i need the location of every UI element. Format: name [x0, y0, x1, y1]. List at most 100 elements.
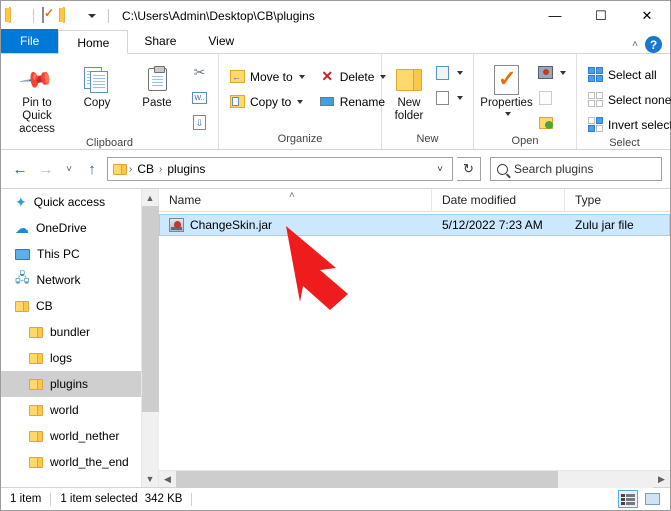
new-folder-button[interactable]: New folder	[388, 58, 430, 123]
properties-dropdown-icon[interactable]	[504, 112, 511, 116]
easy-access-dropdown-icon[interactable]	[457, 95, 463, 100]
sidebar-label-bundler: bundler	[50, 325, 91, 339]
sidebar-item-this-pc[interactable]: This PC	[1, 241, 141, 267]
cut-icon: ✂	[193, 64, 206, 80]
copy-path-icon: W..	[191, 89, 208, 106]
column-header-date-modified[interactable]: Date modified	[431, 188, 564, 212]
file-type-cell: Zulu jar file	[575, 218, 634, 232]
minimize-button[interactable]: —	[532, 1, 578, 30]
delete-button[interactable]: ✕ Delete	[315, 65, 391, 88]
properties-icon	[494, 62, 519, 97]
customize-dropdown-icon[interactable]	[84, 8, 100, 24]
tab-view[interactable]: View	[192, 29, 250, 53]
qat-separator-2	[108, 8, 109, 23]
address-input[interactable]: › CB › plugins ˅	[107, 157, 453, 181]
paste-shortcut-button[interactable]: ⇩	[187, 111, 212, 134]
tab-share[interactable]: Share	[128, 29, 192, 53]
sidebar-item-world-the-end[interactable]: world_the_end	[1, 449, 141, 475]
search-box[interactable]: Search plugins	[490, 157, 662, 181]
close-button[interactable]: ✕	[624, 1, 670, 30]
edit-button	[533, 86, 570, 109]
new-folder-label: New folder	[394, 97, 424, 122]
paste-button[interactable]: Paste	[127, 58, 187, 110]
copy-path-button[interactable]: W..	[187, 86, 212, 109]
forward-button: →	[38, 160, 54, 178]
file-date-cell: 5/12/2022 7:23 AM	[442, 218, 543, 232]
large-icons-view-button[interactable]	[642, 490, 662, 508]
tab-home[interactable]: Home	[58, 30, 129, 54]
hscroll-thumb[interactable]	[176, 470, 558, 488]
maximize-button[interactable]: ☐	[578, 1, 624, 30]
back-button[interactable]: ←	[9, 157, 31, 181]
new-group-label: New	[416, 133, 439, 145]
status-separator-2	[191, 492, 193, 506]
select-none-button[interactable]: Select none	[583, 88, 671, 111]
file-list: ChangeSkin.jar 5/12/2022 7:23 AM Zulu ja…	[159, 212, 670, 470]
copy-to-button[interactable]: Copy to	[225, 90, 309, 113]
scroll-thumb[interactable]	[141, 206, 159, 412]
ribbon: 📌 Pin to Quick access Copy Paste ✂ W.. ⇩…	[1, 54, 671, 150]
scroll-left-icon[interactable]: ◀	[159, 471, 176, 488]
copy-to-dropdown-icon[interactable]	[297, 99, 304, 104]
move-to-dropdown-icon[interactable]	[298, 74, 305, 79]
sidebar-item-quick-access[interactable]: ✦ Quick access	[1, 189, 141, 215]
sidebar-item-world-nether[interactable]: world_nether	[1, 423, 141, 449]
recent-locations-button[interactable]: ˅	[61, 157, 77, 181]
open-button[interactable]	[533, 61, 570, 84]
sidebar-item-bundler[interactable]: bundler	[1, 319, 141, 345]
breadcrumb-plugins[interactable]: plugins	[164, 162, 208, 176]
file-list-horizontal-scrollbar[interactable]: ◀ ▶	[159, 470, 670, 488]
column-header-type[interactable]: Type	[564, 188, 670, 212]
refresh-button[interactable]: ↻	[457, 157, 481, 181]
copy-button[interactable]: Copy	[67, 58, 127, 110]
pin-to-quick-access-button[interactable]: 📌 Pin to Quick access	[7, 58, 67, 136]
details-view-button[interactable]	[618, 490, 638, 508]
table-row[interactable]: ChangeSkin.jar 5/12/2022 7:23 AM Zulu ja…	[159, 214, 670, 236]
open-small-buttons	[533, 58, 570, 134]
rename-icon	[319, 93, 336, 110]
clipboard-small-buttons: ✂ W.. ⇩	[187, 58, 212, 134]
navigation-scrollbar[interactable]: ▲ ▼	[141, 189, 159, 487]
easy-access-icon	[434, 89, 451, 106]
sidebar-item-cb[interactable]: CB	[1, 293, 141, 319]
sidebar-item-plugins[interactable]: plugins	[1, 371, 141, 397]
sidebar-item-network[interactable]: 🖧 Network	[1, 267, 141, 293]
this-pc-icon	[15, 248, 30, 260]
easy-access-button[interactable]	[430, 86, 467, 109]
sidebar-item-logs[interactable]: logs	[1, 345, 141, 371]
invert-selection-button[interactable]: Invert selection	[583, 113, 671, 136]
open-dropdown-icon[interactable]	[560, 70, 566, 75]
properties-icon[interactable]	[42, 6, 58, 24]
scroll-down-icon[interactable]: ▼	[141, 470, 159, 487]
tab-file[interactable]: File	[1, 29, 59, 53]
sidebar-item-world[interactable]: world	[1, 397, 141, 423]
folder-icon[interactable]	[9, 6, 25, 24]
new-item-button[interactable]	[430, 61, 467, 84]
select-none-icon	[587, 91, 604, 108]
status-selection-label: 1 item selected	[60, 493, 138, 505]
collapse-ribbon-icon[interactable]: ˄	[632, 39, 638, 50]
rename-button[interactable]: Rename	[315, 90, 391, 113]
breadcrumb-cb[interactable]: CB	[134, 162, 157, 176]
cut-button[interactable]: ✂	[187, 61, 212, 84]
open-group-label: Open	[511, 135, 539, 147]
properties-button[interactable]: Properties	[480, 58, 533, 116]
new-folder-icon[interactable]	[63, 6, 79, 24]
new-item-dropdown-icon[interactable]	[457, 70, 463, 75]
hscroll-track[interactable]	[176, 470, 653, 488]
select-buttons: Select all Select none Invert selection	[583, 60, 671, 136]
scroll-track[interactable]	[141, 206, 159, 470]
sidebar-item-onedrive[interactable]: ☁ OneDrive	[1, 215, 141, 241]
scroll-up-icon[interactable]: ▲	[141, 189, 159, 206]
help-icon[interactable]: ?	[645, 36, 662, 53]
move-to-button[interactable]: ← Move to	[225, 65, 309, 88]
column-header-name[interactable]: Name ˄	[159, 189, 431, 212]
folder-icon	[29, 326, 43, 338]
address-bar: ← → ˅ ↑ › CB › plugins ˅ ↻ Search plugin…	[1, 150, 670, 188]
history-button[interactable]	[533, 111, 570, 134]
file-name-cell[interactable]: ChangeSkin.jar	[160, 218, 432, 232]
select-all-button[interactable]: Select all	[583, 63, 671, 86]
address-dropdown-icon[interactable]: ˅	[430, 164, 450, 175]
scroll-right-icon[interactable]: ▶	[653, 471, 670, 488]
up-button[interactable]: ↑	[81, 157, 103, 181]
